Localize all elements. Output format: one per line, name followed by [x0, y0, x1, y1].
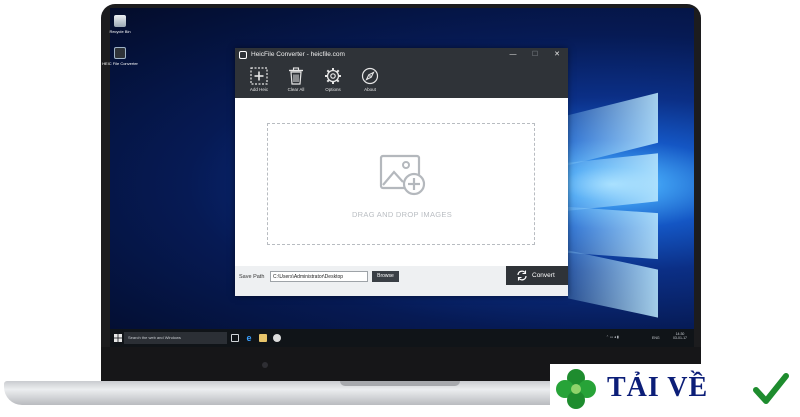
drop-zone-text: DRAG AND DROP IMAGES — [351, 210, 453, 219]
minimize-button[interactable]: — — [502, 48, 524, 62]
wallpaper-beam — [568, 206, 658, 260]
gear-icon — [325, 68, 341, 84]
drop-zone[interactable]: DRAG AND DROP IMAGES — [267, 123, 535, 245]
add-file-icon — [250, 67, 268, 85]
edge-browser-icon[interactable]: e — [245, 334, 253, 343]
tray-date: 03-01-17 — [672, 336, 687, 340]
task-view-icon[interactable] — [231, 334, 239, 342]
add-heic-button[interactable]: Add Heic — [241, 62, 277, 98]
title-bar[interactable]: HeicFile Converter - heicfile.com — ☐ ✕ — [235, 48, 568, 62]
convert-label: Convert — [532, 272, 555, 279]
toolbar: Add Heic Clear All Options About — [235, 62, 568, 98]
options-button[interactable]: Options — [315, 62, 351, 98]
watermark-text: TẢI VỀ — [607, 372, 709, 403]
tray-language[interactable]: ENG — [652, 336, 660, 340]
heic-converter-window: HeicFile Converter - heicfile.com — ☐ ✕ … — [235, 48, 568, 296]
desktop-icon-recycle-bin[interactable]: Recycle Bin — [100, 15, 140, 34]
tai-ve-watermark: TẢI VỀ — [550, 364, 795, 414]
app-logo-icon — [239, 51, 247, 59]
add-image-icon — [379, 154, 426, 196]
convert-icon — [517, 270, 527, 281]
save-path-input[interactable] — [270, 271, 368, 282]
maximize-button[interactable]: ☐ — [524, 48, 546, 62]
save-path-label: Save Path — [239, 274, 265, 280]
windows-start-icon[interactable] — [114, 334, 122, 342]
desktop-icon-label: HEIC File Converter — [102, 61, 138, 66]
toolbar-label: Add Heic — [249, 87, 269, 92]
close-button[interactable]: ✕ — [546, 48, 568, 62]
wallpaper-beam — [568, 250, 658, 318]
content-area: DRAG AND DROP IMAGES — [235, 98, 568, 266]
wallpaper-beam — [568, 153, 658, 211]
toolbar-label: Clear All — [287, 87, 305, 92]
about-button[interactable]: About — [352, 62, 388, 98]
toolbar-label: Options — [325, 87, 341, 92]
desktop-icon-label: Recycle Bin — [109, 29, 131, 34]
file-explorer-icon[interactable] — [259, 334, 267, 342]
compass-icon — [361, 67, 379, 85]
heic-converter-icon — [114, 47, 126, 59]
window-title: HeicFile Converter - heicfile.com — [251, 51, 345, 58]
taskbar-search-box[interactable]: Search the web and Windows — [124, 332, 227, 344]
heic-app-taskbar-icon[interactable] — [273, 334, 281, 342]
laptop-base-notch — [340, 381, 460, 386]
bezel-dot — [262, 362, 268, 368]
clear-all-button[interactable]: Clear All — [278, 62, 314, 98]
desktop-icon-heic-converter[interactable]: HEIC File Converter — [100, 47, 140, 66]
recycle-bin-icon — [114, 15, 126, 27]
tray-clock[interactable]: 14:30 03-01-17 — [668, 332, 692, 340]
trash-icon — [289, 67, 303, 85]
browse-button[interactable]: Browse — [372, 271, 399, 282]
tray-icons[interactable]: ⌃ ▭ ◂ ▮ — [606, 335, 619, 339]
toolbar-label: About — [364, 87, 376, 92]
convert-button[interactable]: Convert — [506, 266, 568, 285]
checkmark-icon — [753, 373, 789, 404]
clover-icon — [556, 369, 596, 409]
